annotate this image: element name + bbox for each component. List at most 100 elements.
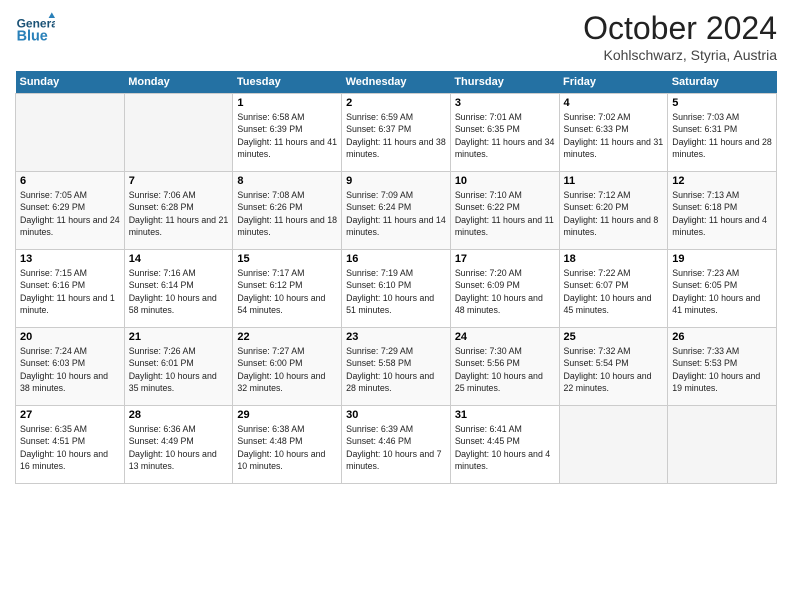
day-info: Sunrise: 6:38 AMSunset: 4:48 PMDaylight:… bbox=[237, 423, 337, 472]
day-number: 16 bbox=[346, 253, 446, 265]
day-number: 12 bbox=[672, 175, 772, 187]
col-tuesday: Tuesday bbox=[233, 71, 342, 94]
calendar-cell: 20 Sunrise: 7:24 AMSunset: 6:03 PMDayligh… bbox=[16, 328, 125, 406]
calendar-cell: 29Sunrise: 6:38 AMSunset: 4:48 PMDayligh… bbox=[233, 406, 342, 484]
calendar-cell bbox=[124, 94, 233, 172]
day-number: 9 bbox=[346, 175, 446, 187]
calendar-cell bbox=[16, 94, 125, 172]
day-number: 8 bbox=[237, 175, 337, 187]
day-number: 26 bbox=[672, 331, 772, 343]
calendar-body: 1 Sunrise: 6:58 AMSunset: 6:39 PMDaylight… bbox=[16, 94, 777, 484]
calendar-cell: 31Sunrise: 6:41 AMSunset: 4:45 PMDayligh… bbox=[450, 406, 559, 484]
calendar-cell: 5 Sunrise: 7:03 AMSunset: 6:31 PMDaylight… bbox=[668, 94, 777, 172]
day-info: Sunrise: 7:26 AMSunset: 6:01 PMDaylight:… bbox=[129, 345, 229, 394]
day-number: 17 bbox=[455, 253, 555, 265]
day-number: 14 bbox=[129, 253, 229, 265]
col-saturday: Saturday bbox=[668, 71, 777, 94]
calendar-cell: 11Sunrise: 7:12 AMSunset: 6:20 PMDayligh… bbox=[559, 172, 668, 250]
day-number: 30 bbox=[346, 409, 446, 421]
day-number: 20 bbox=[20, 331, 120, 343]
col-sunday: Sunday bbox=[16, 71, 125, 94]
day-number: 13 bbox=[20, 253, 120, 265]
day-number: 5 bbox=[672, 97, 772, 109]
calendar-cell: 10 Sunrise: 7:10 AMSunset: 6:22 PMDayligh… bbox=[450, 172, 559, 250]
day-number: 27 bbox=[20, 409, 120, 421]
day-number: 18 bbox=[564, 253, 664, 265]
col-thursday: Thursday bbox=[450, 71, 559, 94]
col-monday: Monday bbox=[124, 71, 233, 94]
calendar-cell: 30 Sunrise: 6:39 AMSunset: 4:46 PMDayligh… bbox=[342, 406, 451, 484]
day-info: Sunrise: 6:59 AMSunset: 6:37 PMDaylight:… bbox=[346, 111, 446, 160]
day-info: Sunrise: 7:03 AMSunset: 6:31 PMDaylight:… bbox=[672, 111, 772, 160]
day-info: Sunrise: 6:35 AMSunset: 4:51 PMDaylight:… bbox=[20, 423, 120, 472]
calendar-week-row: 27 Sunrise: 6:35 AMSunset: 4:51 PMDayligh… bbox=[16, 406, 777, 484]
calendar-cell: 18 Sunrise: 7:22 AMSunset: 6:07 PMDayligh… bbox=[559, 250, 668, 328]
day-info: Sunrise: 7:09 AMSunset: 6:24 PMDaylight:… bbox=[346, 189, 446, 238]
day-info: Sunrise: 7:33 AMSunset: 5:53 PMDaylight:… bbox=[672, 345, 772, 394]
calendar-cell: 28Sunrise: 6:36 AMSunset: 4:49 PMDayligh… bbox=[124, 406, 233, 484]
day-number: 4 bbox=[564, 97, 664, 109]
day-info: Sunrise: 6:41 AMSunset: 4:45 PMDaylight:… bbox=[455, 423, 555, 472]
calendar-cell: 9 Sunrise: 7:09 AMSunset: 6:24 PMDaylight… bbox=[342, 172, 451, 250]
title-area: October 2024 Kohlschwarz, Styria, Austri… bbox=[583, 10, 777, 63]
day-number: 19 bbox=[672, 253, 772, 265]
calendar-week-row: 1 Sunrise: 6:58 AMSunset: 6:39 PMDaylight… bbox=[16, 94, 777, 172]
calendar-cell: 22 Sunrise: 7:27 AMSunset: 6:00 PMDayligh… bbox=[233, 328, 342, 406]
day-number: 7 bbox=[129, 175, 229, 187]
day-info: Sunrise: 7:16 AMSunset: 6:14 PMDaylight:… bbox=[129, 267, 229, 316]
calendar-cell: 19 Sunrise: 7:23 AMSunset: 6:05 PMDayligh… bbox=[668, 250, 777, 328]
day-number: 2 bbox=[346, 97, 446, 109]
day-info: Sunrise: 6:36 AMSunset: 4:49 PMDaylight:… bbox=[129, 423, 229, 472]
logo-icon: General Blue bbox=[15, 10, 55, 50]
calendar-cell: 14 Sunrise: 7:16 AMSunset: 6:14 PMDayligh… bbox=[124, 250, 233, 328]
day-info: Sunrise: 7:27 AMSunset: 6:00 PMDaylight:… bbox=[237, 345, 337, 394]
calendar-cell: 16 Sunrise: 7:19 AMSunset: 6:10 PMDayligh… bbox=[342, 250, 451, 328]
calendar-cell: 6 Sunrise: 7:05 AMSunset: 6:29 PMDaylight… bbox=[16, 172, 125, 250]
day-info: Sunrise: 7:13 AMSunset: 6:18 PMDaylight:… bbox=[672, 189, 772, 238]
calendar-cell: 26 Sunrise: 7:33 AMSunset: 5:53 PMDayligh… bbox=[668, 328, 777, 406]
day-number: 6 bbox=[20, 175, 120, 187]
logo: General Blue bbox=[15, 10, 57, 50]
day-info: Sunrise: 7:19 AMSunset: 6:10 PMDaylight:… bbox=[346, 267, 446, 316]
day-info: Sunrise: 7:15 AMSunset: 6:16 PMDaylight:… bbox=[20, 267, 120, 316]
day-info: Sunrise: 7:32 AMSunset: 5:54 PMDaylight:… bbox=[564, 345, 664, 394]
calendar-cell: 1 Sunrise: 6:58 AMSunset: 6:39 PMDaylight… bbox=[233, 94, 342, 172]
day-number: 11 bbox=[564, 175, 664, 187]
day-info: Sunrise: 7:06 AMSunset: 6:28 PMDaylight:… bbox=[129, 189, 229, 238]
header: General Blue October 2024 Kohlschwarz, S… bbox=[15, 10, 777, 63]
svg-text:Blue: Blue bbox=[17, 28, 48, 44]
day-info: Sunrise: 7:23 AMSunset: 6:05 PMDaylight:… bbox=[672, 267, 772, 316]
day-info: Sunrise: 6:58 AMSunset: 6:39 PMDaylight:… bbox=[237, 111, 337, 160]
calendar-week-row: 13 Sunrise: 7:15 AMSunset: 6:16 PMDayligh… bbox=[16, 250, 777, 328]
day-info: Sunrise: 7:22 AMSunset: 6:07 PMDaylight:… bbox=[564, 267, 664, 316]
day-info: Sunrise: 7:05 AMSunset: 6:29 PMDaylight:… bbox=[20, 189, 120, 238]
calendar-cell: 15Sunrise: 7:17 AMSunset: 6:12 PMDayligh… bbox=[233, 250, 342, 328]
calendar-cell: 4Sunrise: 7:02 AMSunset: 6:33 PMDaylight… bbox=[559, 94, 668, 172]
calendar-header: Sunday Monday Tuesday Wednesday Thursday… bbox=[16, 71, 777, 94]
calendar-cell: 27 Sunrise: 6:35 AMSunset: 4:51 PMDayligh… bbox=[16, 406, 125, 484]
calendar-cell bbox=[668, 406, 777, 484]
day-number: 21 bbox=[129, 331, 229, 343]
calendar-cell: 3 Sunrise: 7:01 AMSunset: 6:35 PMDaylight… bbox=[450, 94, 559, 172]
calendar-cell: 7 Sunrise: 7:06 AMSunset: 6:28 PMDaylight… bbox=[124, 172, 233, 250]
header-row: Sunday Monday Tuesday Wednesday Thursday… bbox=[16, 71, 777, 94]
calendar-cell: 17 Sunrise: 7:20 AMSunset: 6:09 PMDayligh… bbox=[450, 250, 559, 328]
day-number: 3 bbox=[455, 97, 555, 109]
day-number: 10 bbox=[455, 175, 555, 187]
day-info: Sunrise: 6:39 AMSunset: 4:46 PMDaylight:… bbox=[346, 423, 446, 472]
calendar-week-row: 6 Sunrise: 7:05 AMSunset: 6:29 PMDaylight… bbox=[16, 172, 777, 250]
day-number: 25 bbox=[564, 331, 664, 343]
day-number: 1 bbox=[237, 97, 337, 109]
day-info: Sunrise: 7:20 AMSunset: 6:09 PMDaylight:… bbox=[455, 267, 555, 316]
day-info: Sunrise: 7:10 AMSunset: 6:22 PMDaylight:… bbox=[455, 189, 555, 238]
calendar-cell: 21 Sunrise: 7:26 AMSunset: 6:01 PMDayligh… bbox=[124, 328, 233, 406]
day-number: 24 bbox=[455, 331, 555, 343]
calendar-cell: 12 Sunrise: 7:13 AMSunset: 6:18 PMDayligh… bbox=[668, 172, 777, 250]
col-friday: Friday bbox=[559, 71, 668, 94]
day-number: 15 bbox=[237, 253, 337, 265]
calendar-cell: 24Sunrise: 7:30 AMSunset: 5:56 PMDayligh… bbox=[450, 328, 559, 406]
day-number: 23 bbox=[346, 331, 446, 343]
day-info: Sunrise: 7:01 AMSunset: 6:35 PMDaylight:… bbox=[455, 111, 555, 160]
day-info: Sunrise: 7:24 AMSunset: 6:03 PMDaylight:… bbox=[20, 345, 120, 394]
day-number: 22 bbox=[237, 331, 337, 343]
